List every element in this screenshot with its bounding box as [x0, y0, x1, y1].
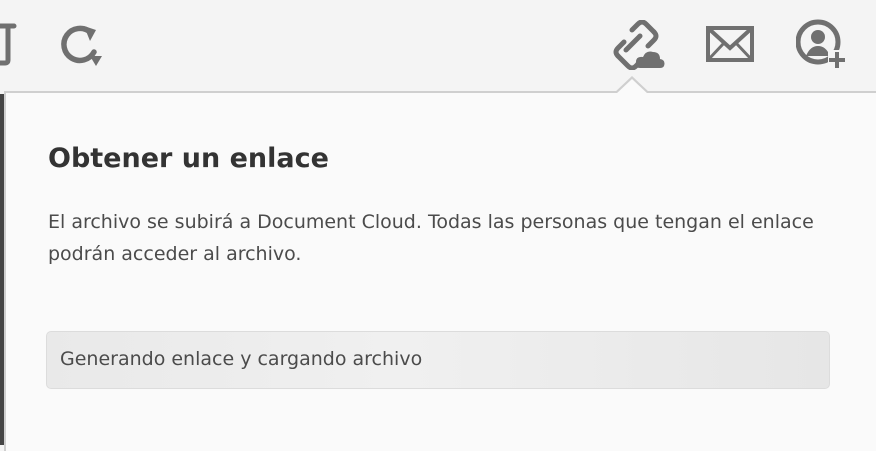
top-toolbar: [0, 0, 876, 92]
popover-title: Obtener un enlace: [48, 143, 329, 174]
trash-icon[interactable]: [0, 22, 18, 66]
progress-label: Generando enlace y cargando archivo: [60, 348, 423, 370]
mail-icon[interactable]: [704, 24, 756, 64]
popover-arrow-fill: [616, 79, 648, 94]
link-cloud-icon[interactable]: [610, 20, 666, 70]
popover-description: El archivo se subirá a Document Cloud. T…: [48, 211, 814, 265]
add-user-icon[interactable]: [796, 18, 848, 70]
rotate-icon[interactable]: [56, 22, 108, 68]
link-generation-progress: Generando enlace y cargando archivo: [46, 331, 830, 389]
